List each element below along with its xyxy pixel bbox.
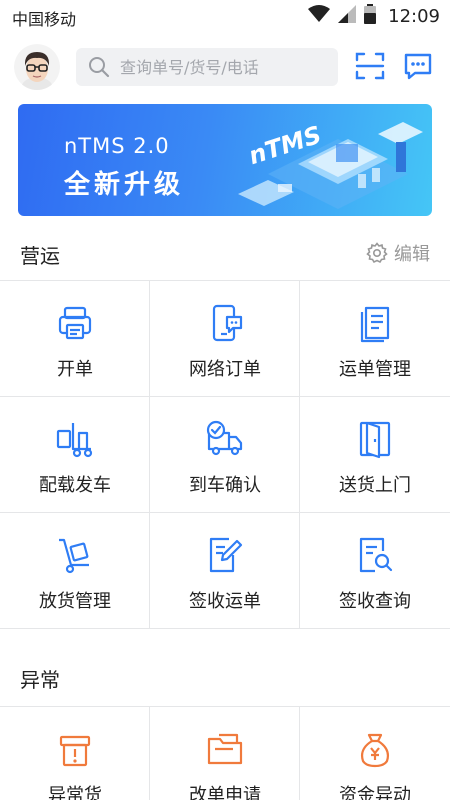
search-icon: [88, 56, 110, 78]
isometric-city-illustration: nTMS: [238, 121, 423, 209]
carrier-name: 中国移动: [12, 10, 77, 29]
money-bag-icon: [360, 733, 390, 768]
clock: 12:09: [388, 5, 440, 27]
op-item-label: 签收运单: [189, 591, 261, 612]
op-item-online-order[interactable]: 网络订单: [150, 281, 300, 397]
operations-title: 营运: [20, 244, 60, 268]
operations-grid: 开单 网络订单 运单管理 配载发车 到车确认 送货上门 放货管理 签收运单 签收…: [0, 280, 450, 629]
scan-button[interactable]: [354, 50, 386, 82]
exceptions-grid: 异常货 改单申请 资金异动: [0, 706, 450, 800]
op-item-sign-waybill[interactable]: 签收运单: [150, 513, 300, 629]
message-button[interactable]: [402, 50, 434, 82]
ex-item-label: 异常货: [48, 785, 102, 800]
status-bar: 中国移动 12:09: [0, 0, 450, 32]
top-header: [0, 36, 450, 96]
ex-item-fund-change[interactable]: 资金异动: [300, 707, 450, 800]
exceptions-header: 异常: [0, 654, 450, 700]
banner-subtitle: 全新升级: [64, 170, 185, 200]
chat-bubble-icon: [404, 53, 432, 80]
promo-banner[interactable]: nTMS 2.0 全新升级 nTMS: [18, 104, 432, 216]
op-item-arrival-confirm[interactable]: 到车确认: [150, 397, 300, 513]
op-item-label: 签收查询: [339, 591, 411, 612]
folder-edit-icon: [207, 733, 243, 765]
scan-icon: [355, 52, 385, 80]
ex-item-label: 改单申请: [189, 785, 261, 800]
printer-icon: [58, 306, 92, 340]
search-input[interactable]: [120, 48, 330, 86]
hand-cart-icon: [59, 538, 89, 574]
exceptions-title: 异常: [20, 668, 60, 692]
document-icon: [360, 306, 390, 343]
op-item-label: 送货上门: [339, 475, 411, 496]
phone-chat-icon: [212, 304, 243, 342]
op-item-load-dispatch[interactable]: 配载发车: [0, 397, 150, 513]
warning-box-icon: [59, 735, 91, 767]
truck-check-icon: [206, 420, 243, 456]
signal-icon: [338, 5, 357, 27]
banner-title: nTMS 2.0: [64, 134, 170, 158]
op-item-create-order[interactable]: 开单: [0, 281, 150, 397]
op-item-label: 网络订单: [189, 359, 261, 380]
sign-pen-icon: [209, 537, 243, 573]
ex-item-change-request[interactable]: 改单申请: [150, 707, 300, 800]
edit-button[interactable]: 编辑: [366, 240, 430, 266]
ex-item-label: 资金异动: [339, 785, 411, 800]
search-bar[interactable]: [76, 48, 338, 86]
op-item-sign-query[interactable]: 签收查询: [300, 513, 450, 629]
op-item-label: 开单: [57, 359, 93, 380]
forklift-icon: [56, 423, 93, 458]
edit-label: 编辑: [394, 244, 430, 265]
op-item-label: 运单管理: [339, 359, 411, 380]
ex-item-abnormal-goods[interactable]: 异常货: [0, 707, 150, 800]
op-item-label: 配载发车: [39, 475, 111, 496]
doc-search-icon: [359, 537, 393, 573]
op-item-label: 放货管理: [39, 591, 111, 612]
wifi-icon: [308, 5, 331, 27]
gear-icon: [366, 242, 388, 264]
user-avatar[interactable]: [14, 44, 60, 90]
op-item-door-delivery[interactable]: 送货上门: [300, 397, 450, 513]
status-icons: 12:09: [308, 4, 440, 28]
op-item-release-manage[interactable]: 放货管理: [0, 513, 150, 629]
door-icon: [359, 421, 391, 459]
operations-header: 营运 编辑: [0, 230, 450, 276]
op-item-label: 到车确认: [189, 475, 261, 496]
battery-icon: [364, 4, 377, 28]
op-item-waybill-manage[interactable]: 运单管理: [300, 281, 450, 397]
